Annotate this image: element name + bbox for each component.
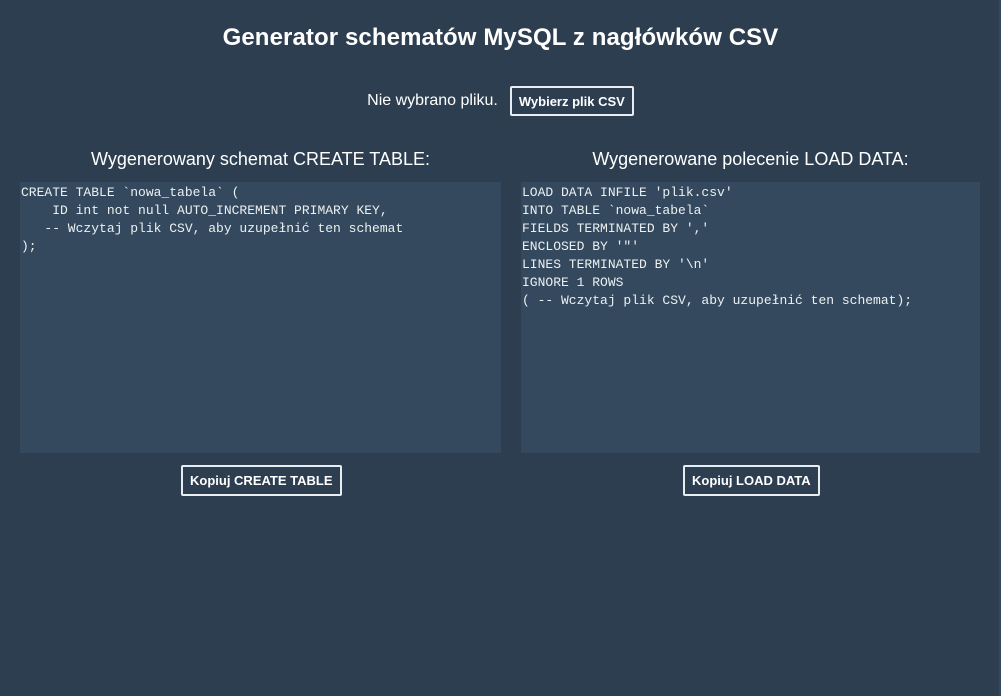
choose-csv-button[interactable]: Wybierz plik CSV xyxy=(509,86,634,116)
page-title: Generator schematów MySQL z nagłówków CS… xyxy=(222,24,779,51)
copy-load-data-button[interactable]: Kopiuj LOAD DATA xyxy=(683,465,820,496)
app-page: Generator schematów MySQL z nagłówków CS… xyxy=(0,0,1001,696)
file-picker: Nie wybrano pliku. Wybierz plik CSV xyxy=(0,86,1001,116)
create-table-output[interactable]: CREATE TABLE `nowa_tabela` ( ID int not … xyxy=(20,182,501,453)
load-data-heading: Wygenerowane polecenie LOAD DATA: xyxy=(592,149,909,169)
file-status-text: Nie wybrano pliku. xyxy=(367,92,498,109)
load-data-output[interactable]: LOAD DATA INFILE 'plik.csv' INTO TABLE `… xyxy=(521,182,980,453)
copy-create-table-button[interactable]: Kopiuj CREATE TABLE xyxy=(181,465,342,496)
create-table-heading: Wygenerowany schemat CREATE TABLE: xyxy=(91,149,430,169)
